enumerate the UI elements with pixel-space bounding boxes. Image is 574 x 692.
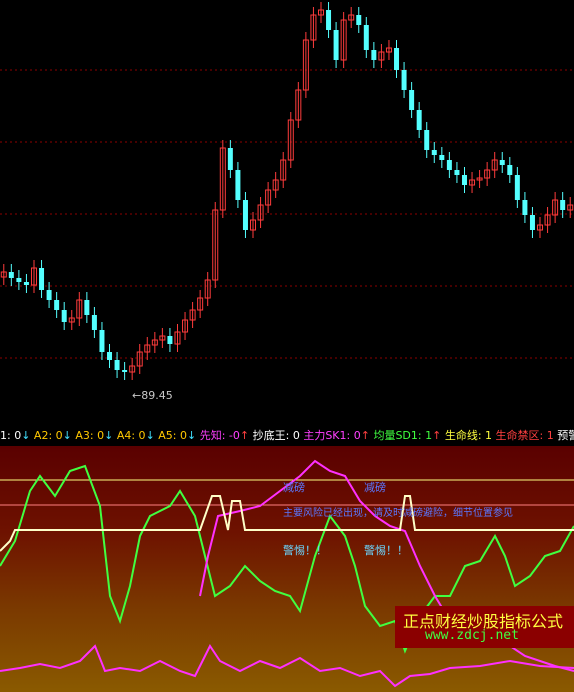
indicator-item: 抄底王: 0 [252, 429, 300, 442]
candle-body [84, 300, 90, 315]
caution-label: 警惕！！ [364, 544, 408, 557]
arrow-up-icon: ↑ [432, 429, 442, 442]
indicator-subchart[interactable]: 减磅 减磅 主要风险已经出现，请及时减磅避险，细节位置参见 警惕！！ 警惕！！ [0, 446, 574, 692]
candle-body [461, 175, 467, 185]
candle-body [529, 215, 535, 230]
arrow-up-icon: ↑ [360, 429, 370, 442]
indicator-value-bar: 1: 0↓ A2: 0↓ A3: 0↓ A4: 0↓ A5: 0↓ 先知: -0… [0, 428, 574, 444]
candle-body [499, 160, 505, 165]
candle-body [431, 150, 437, 155]
indicator-item: 均量SD1: 1 [373, 429, 433, 442]
arrow-down-icon: ↓ [62, 429, 72, 442]
candle-body [91, 315, 97, 330]
candle-body [363, 25, 369, 50]
caution-label: 警惕！！ [283, 544, 327, 557]
arrow-down-icon: ↓ [187, 429, 197, 442]
candle-body [424, 130, 430, 150]
candle-body [409, 90, 415, 110]
candle-body [326, 10, 332, 30]
indicator-item: 先知: -0 [199, 429, 240, 442]
candle-body [416, 110, 422, 130]
indicator-item: 主力SK1: 0 [303, 429, 361, 442]
candle-body [522, 200, 528, 215]
candle-body [61, 310, 67, 322]
candle-body [227, 148, 233, 170]
low-price-marker: ←89.45 [132, 389, 173, 402]
indicator-item: A3: 0 [75, 429, 105, 442]
candle-body [454, 170, 460, 175]
magenta-lower-line [0, 644, 574, 688]
candlestick-canvas [0, 2, 574, 380]
candle-body [46, 290, 52, 300]
indicator-item: 预警系 [557, 429, 574, 442]
candle-body [39, 268, 45, 290]
candle-body [401, 70, 407, 90]
candle-body [107, 352, 113, 360]
candle-body [333, 30, 339, 60]
candle-body [242, 200, 248, 230]
indicator-item: A2: 0 [33, 429, 63, 442]
reduce-position-label: 减磅 [283, 481, 305, 494]
site-watermark: 正点财经炒股指标公式 www.zdcj.net [395, 606, 574, 648]
arrow-down-icon: ↓ [104, 429, 114, 442]
indicator-item: 生命线: 1 [444, 429, 493, 442]
candle-body [356, 15, 362, 25]
candle-body [122, 370, 128, 372]
candle-body [514, 175, 520, 200]
candlestick-chart[interactable]: ←89.45 [0, 0, 574, 420]
indicator-item: A4: 0 [116, 429, 146, 442]
arrow-down-icon: ↓ [145, 429, 155, 442]
candle-body [16, 278, 22, 282]
watermark-url: www.zdcj.net [425, 628, 519, 643]
candle-body [446, 160, 452, 170]
candle-body [114, 360, 120, 370]
indicator-item: 1: 0 [0, 429, 22, 442]
candle-body [439, 155, 445, 160]
arrow-up-icon: ↑ [239, 429, 250, 442]
indicator-item: 生命禁区: 1 [495, 429, 554, 442]
candle-body [507, 165, 513, 175]
candle-body [560, 200, 566, 210]
candle-body [394, 48, 400, 70]
candle-body [99, 330, 105, 352]
candle-body [23, 282, 29, 285]
candle-body [8, 272, 14, 278]
candle-body [371, 50, 377, 60]
reduce-position-label: 减磅 [364, 481, 386, 494]
candle-body [167, 336, 173, 344]
candle-body [235, 170, 241, 200]
risk-warning-banner: 主要风险已经出现，请及时减磅避险，细节位置参见 [283, 508, 513, 519]
indicator-item: A5: 0 [158, 429, 188, 442]
candle-body [54, 300, 60, 310]
